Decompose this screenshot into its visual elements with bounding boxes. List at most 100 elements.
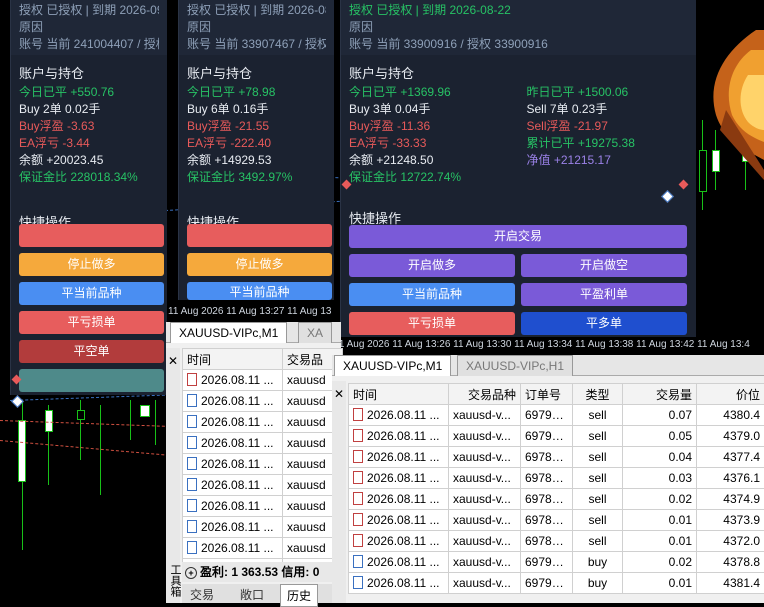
buy-summary: Buy 3单 0.04手 [341, 101, 519, 118]
margin-ratio: 保证金比 3492.97% [179, 169, 334, 186]
stop-long-button[interactable]: 停止做多 [19, 253, 164, 276]
cell-price: 4374.9 [697, 489, 764, 510]
close-symbol-button[interactable]: 平当前品种 [187, 282, 332, 300]
cell-volume: 0.01 [623, 531, 697, 552]
table-row[interactable]: 2026.08.11 ...xauusd [183, 454, 343, 475]
cell-time: 2026.08.11 ... [183, 538, 283, 559]
section-title: 账户与持仓 [179, 55, 334, 84]
close-loss-button[interactable]: 平亏损单 [19, 311, 164, 334]
start-trading-button[interactable] [19, 224, 164, 247]
ea-floating: EA浮亏 -3.44 [11, 135, 167, 152]
col-header-order[interactable]: 订单号 [521, 384, 573, 405]
tab-xauusd-m1[interactable]: XAUUSD-VIPc,M1 [170, 322, 287, 343]
order-icon [353, 555, 363, 568]
tab-history[interactable]: 历史 [280, 584, 318, 607]
col-header-price[interactable]: 价位 [697, 384, 764, 405]
auth-status: 授权 已授权 | 到期 2026-08-22 [349, 2, 688, 19]
cell-type: sell [573, 447, 623, 468]
cell-time: 2026.08.11 ... [183, 433, 283, 454]
cell-order: 69791... [521, 573, 573, 594]
close-icon[interactable]: ✕ [332, 387, 346, 401]
cell-volume: 0.07 [623, 405, 697, 426]
cell-type: sell [573, 489, 623, 510]
close-icon[interactable]: ✕ [166, 354, 180, 368]
col-header-symbol[interactable]: 交易品种 [449, 384, 521, 405]
cell-type: buy [573, 573, 623, 594]
table-row[interactable]: 2026.08.11 ...xauusd-v...69791...sell0.0… [349, 405, 764, 426]
tab-exposure[interactable]: 敞口 [240, 586, 264, 603]
panel-header: 授权 已授权 | 到期 2026-08-22 原因 账号 当前 33900916… [341, 0, 696, 55]
tab-xauusd-h1[interactable]: XAUUSD-VIPc,H1 [457, 355, 573, 376]
stop-long-button[interactable]: 停止做多 [187, 253, 332, 276]
order-icon [187, 436, 197, 449]
close-short-button[interactable]: 平空单 [19, 340, 164, 363]
table-row[interactable]: 2026.08.11 ...xauusd-v...69784...sell0.0… [349, 531, 764, 552]
buy-floating: Buy浮盈 -11.36 [341, 118, 519, 135]
table-row[interactable]: 2026.08.11 ...xauusd-v...69787...sell0.0… [349, 489, 764, 510]
cell-type: sell [573, 426, 623, 447]
sell-floating: Sell浮盈 -21.97 [519, 118, 697, 135]
extra-button[interactable] [19, 369, 164, 392]
cell-time: 2026.08.11 ... [349, 426, 449, 447]
terminal-left: XAUUSD-VIPc,M1 XA ✕ 工具箱 时间 交易品 2026.08.1… [166, 322, 341, 603]
table-row[interactable]: 2026.08.11 ...xauusd [183, 433, 343, 454]
table-row[interactable]: 2026.08.11 ...xauusd [183, 496, 343, 517]
cell-symbol: xauusd-v... [449, 510, 521, 531]
tab-xauusd-m1[interactable]: XAUUSD-VIPc,M1 [334, 355, 451, 376]
terminal-right: XAUUSD-VIPc,M1 XAUUSD-VIPc,H1 ✕ 时间 交易品种 … [332, 355, 764, 603]
expand-icon[interactable]: + [185, 567, 197, 579]
cell-volume: 0.04 [623, 447, 697, 468]
cell-order: 69789... [521, 468, 573, 489]
close-symbol-button[interactable]: 平当前品种 [19, 282, 164, 305]
cell-time: 2026.08.11 ... [183, 391, 283, 412]
cell-symbol: xauusd-v... [449, 447, 521, 468]
table-row[interactable]: 2026.08.11 ...xauusd [183, 475, 343, 496]
tab-xauusd-h1[interactable]: XA [298, 322, 332, 343]
auth-status: 授权 已授权 | 到期 2026-09 [19, 2, 159, 19]
cell-time: 2026.08.11 ... [349, 531, 449, 552]
cell-order: 69787... [521, 489, 573, 510]
col-header-time[interactable]: 时间 [183, 349, 283, 370]
open-short-button[interactable]: 开启做空 [521, 254, 687, 277]
cell-symbol: xauusd-v... [449, 426, 521, 447]
col-header-volume[interactable]: 交易量 [623, 384, 697, 405]
balance: 余额 +21248.50 [341, 152, 519, 169]
close-profit-button[interactable]: 平盈利单 [521, 283, 687, 306]
close-long-button[interactable]: 平多单 [521, 312, 687, 335]
order-icon [187, 415, 197, 428]
table-row[interactable]: 2026.08.11 ...xauusd-v...69791...buy0.01… [349, 573, 764, 594]
order-icon [187, 457, 197, 470]
open-long-button[interactable]: 开启做多 [349, 254, 515, 277]
table-row[interactable]: 2026.08.11 ...xauusd [183, 538, 343, 559]
table-row[interactable]: 2026.08.11 ...xauusd [183, 412, 343, 433]
table-row[interactable]: 2026.08.11 ...xauusd-v...69789...sell0.0… [349, 447, 764, 468]
open-trading-button[interactable]: 开启交易 [349, 225, 687, 248]
panel-header: 授权 已授权 | 到期 2026-08 原因 账号 当前 33907467 / … [179, 0, 334, 55]
tab-trade[interactable]: 交易 [190, 586, 214, 603]
col-header-time[interactable]: 时间 [349, 384, 449, 405]
cell-time: 2026.08.11 ... [349, 510, 449, 531]
table-row[interactable]: 2026.08.11 ...xauusd-v...69789...sell0.0… [349, 468, 764, 489]
cell-volume: 0.01 [623, 573, 697, 594]
toolbox-side: ✕ 工具箱 [166, 348, 180, 603]
table-row[interactable]: 2026.08.11 ...xauusd [183, 391, 343, 412]
table-row[interactable]: 2026.08.11 ...xauusd-v...69785...sell0.0… [349, 510, 764, 531]
order-icon [187, 499, 197, 512]
table-row[interactable]: 2026.08.11 ...xauusd-v...69790...sell0.0… [349, 426, 764, 447]
start-trading-button[interactable] [187, 224, 332, 247]
sell-summary: Sell 7单 0.23手 [519, 101, 697, 118]
margin-ratio: 保证金比 12722.74% [341, 169, 696, 186]
close-loss-button[interactable]: 平亏损单 [349, 312, 515, 335]
cell-volume: 0.03 [623, 468, 697, 489]
brand-logo [696, 20, 764, 180]
close-symbol-button[interactable]: 平当前品种 [349, 283, 515, 306]
table-row[interactable]: 2026.08.11 ...xauusd-v...69791...buy0.02… [349, 552, 764, 573]
table-row[interactable]: 2026.08.11 ...xauusd [183, 370, 343, 391]
account-line: 账号 当前 33907467 / 授权 3 [187, 36, 326, 53]
cell-time: 2026.08.11 ... [183, 454, 283, 475]
col-header-type[interactable]: 类型 [573, 384, 623, 405]
time-axis-3: 11 Aug 2026 11 Aug 13:26 11 Aug 13:30 11… [334, 337, 764, 353]
toolbox-label: 工具箱 [167, 564, 183, 597]
table-row[interactable]: 2026.08.11 ...xauusd [183, 517, 343, 538]
cell-order: 69790... [521, 426, 573, 447]
